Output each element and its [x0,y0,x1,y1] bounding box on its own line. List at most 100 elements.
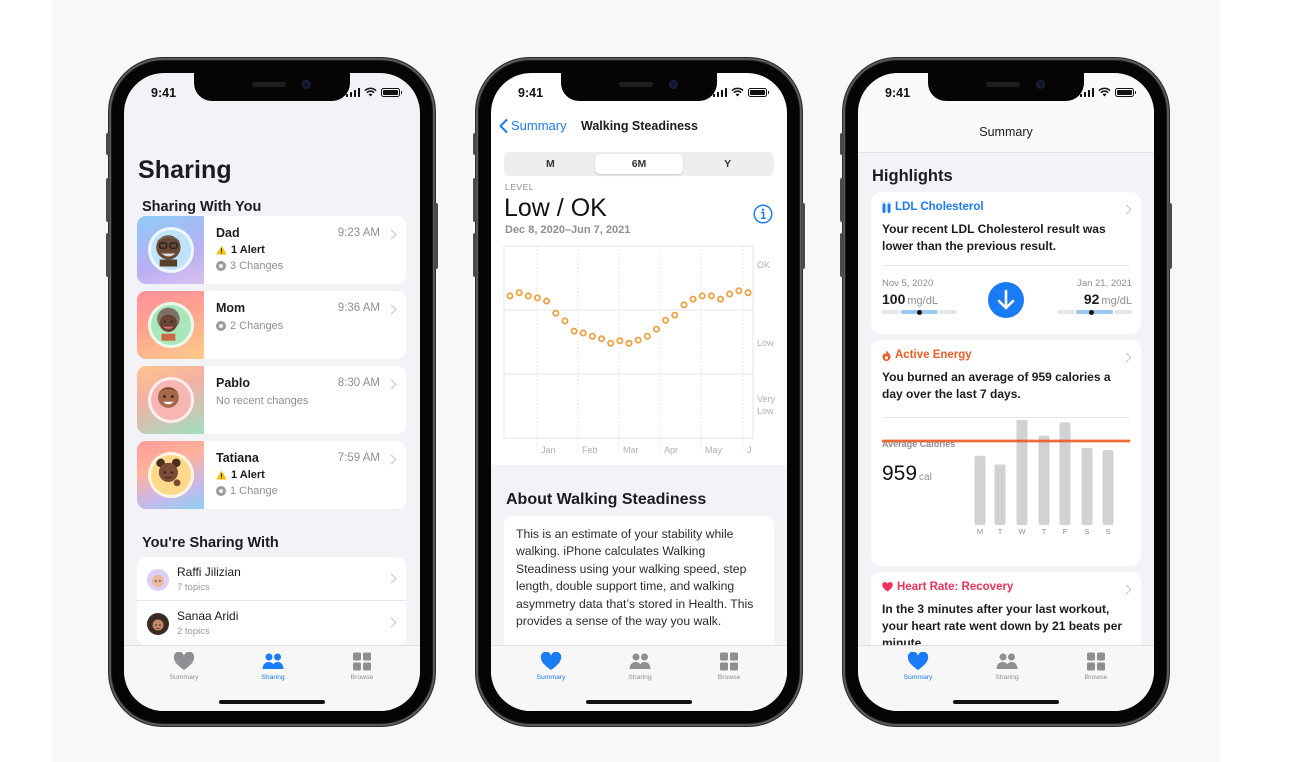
changes-icon [216,321,226,331]
data-point [662,316,670,324]
mute-switch [840,133,844,155]
home-indicator [953,700,1059,704]
x-tick-label: May [705,445,723,455]
x-tick-label: Mar [623,445,639,455]
volume-down-button [840,233,844,277]
active-energy-chart: MTWTFSS [882,420,1130,536]
x-tick-label: Jan [541,445,556,455]
level-label: LEVEL [505,182,534,192]
volume-up-button [473,178,477,222]
volume-down-button [106,233,110,277]
x-tick-label: Feb [582,445,598,455]
contact-card-tatiana[interactable]: Tatiana 7:59 AM 1 Alert 1 Change [137,441,406,509]
wifi-icon [364,87,377,97]
changes-line: 3 Changes [216,260,283,272]
avatar-tatiana [148,452,194,498]
range-bar [882,309,957,315]
tab-summary[interactable]: Summary [888,652,948,711]
tab-summary[interactable]: Summary [154,652,214,711]
battery-icon [748,87,769,97]
contact-time: 9:23 AM [337,227,380,239]
changes-line: 1 Change [216,485,278,497]
warning-icon [216,245,227,255]
changes-line: 2 Changes [216,320,283,332]
list-item-raffi[interactable]: Raffi Jilizian 7 topics [137,557,406,601]
x-tick-label: M [977,527,983,536]
changes-icon [216,486,226,496]
chevron-right-icon [386,304,397,315]
mute-switch [106,133,110,155]
warning-icon [216,470,227,480]
wifi-icon [731,87,744,97]
screen: 9:41 Summary Highlights LDL Cholesterol … [858,73,1154,711]
nav-bar: Summary [858,113,1154,153]
data-point [607,339,615,347]
data-point [515,289,523,297]
contact-time: 8:30 AM [337,377,380,389]
highlight-card-active-energy[interactable]: Active Energy You burned an average of 9… [871,340,1141,566]
contact-name: Mom [216,301,246,315]
bar [1102,450,1114,525]
info-icon[interactable] [753,204,773,224]
heart-icon [173,652,195,670]
y-band-label: Very [757,394,776,404]
phone-sharing: 9:41 Sharing Sharing With You Dad 9:23 A… [106,58,438,726]
card-header: Heart Rate: Recovery [882,581,1013,593]
bar [974,455,986,525]
tab-summary[interactable]: Summary [521,652,581,711]
divider [882,417,1130,418]
home-indicator [219,700,325,704]
phone-summary: 9:41 Summary Highlights LDL Cholesterol … [840,58,1172,726]
bar [1059,422,1071,525]
about-title: About Walking Steadiness [506,491,707,508]
segment-6-months[interactable]: 6M [594,154,684,174]
bar [994,464,1006,525]
tab-browse[interactable]: Browse [1066,652,1126,711]
level-value: Low / OK [504,194,607,222]
bar [1016,420,1028,525]
chevron-right-icon [386,617,397,628]
data-point [744,289,752,297]
card-header: LDL Cholesterol [882,201,984,213]
time-range-segmented-control: M 6M Y [504,152,774,176]
contact-card-mom[interactable]: Mom 9:36 AM 2 Changes [137,291,406,359]
nav-title: Walking Steadiness [581,119,698,133]
avatar-dad [148,227,194,273]
volume-down-button [473,233,477,277]
tab-browse[interactable]: Browse [332,652,392,711]
section-heading-sharing-with-you: Sharing With You [142,199,262,215]
contact-card-pablo[interactable]: Pablo 8:30 AM No recent changes [137,366,406,434]
topics-count: 2 topics [177,626,210,637]
avatar-pablo [148,377,194,423]
data-point [579,329,587,337]
status-time: 9:41 [151,86,177,100]
segment-month[interactable]: M [506,154,595,174]
chevron-right-icon [1121,584,1132,595]
heart-icon [882,582,893,592]
list-item-sanaa[interactable]: Sanaa Aridi 2 topics [137,601,406,645]
tab-browse[interactable]: Browse [699,652,759,711]
card-header: Active Energy [882,349,972,361]
avatar-background [137,216,204,284]
screen: 9:41 Summary Walking Steadiness M 6M Y L… [491,73,787,711]
section-heading-youre-sharing-with: You're Sharing With [142,535,279,551]
contact-card-dad[interactable]: Dad 9:23 AM 1 Alert 3 Changes [137,216,406,284]
ldl-recent: Jan 21, 2021 92 mg/dL [1057,278,1132,315]
bar [1038,435,1050,525]
contact-name: Tatiana [216,451,259,465]
heart-icon [540,652,562,670]
topics-count: 7 topics [177,582,210,593]
y-band-label: Low [757,338,774,348]
segment-year[interactable]: Y [683,154,772,174]
side-button [1168,203,1172,269]
notch [561,73,717,101]
highlight-card-ldl[interactable]: LDL Cholesterol Your recent LDL Choleste… [871,192,1141,334]
chevron-right-icon [386,379,397,390]
data-point [671,311,679,319]
chevron-left-icon [499,118,508,133]
contact-time: 9:36 AM [337,302,380,314]
back-button[interactable]: Summary [499,118,567,133]
heart-icon [907,652,929,670]
page-title: Sharing [138,156,232,184]
notch [194,73,350,101]
